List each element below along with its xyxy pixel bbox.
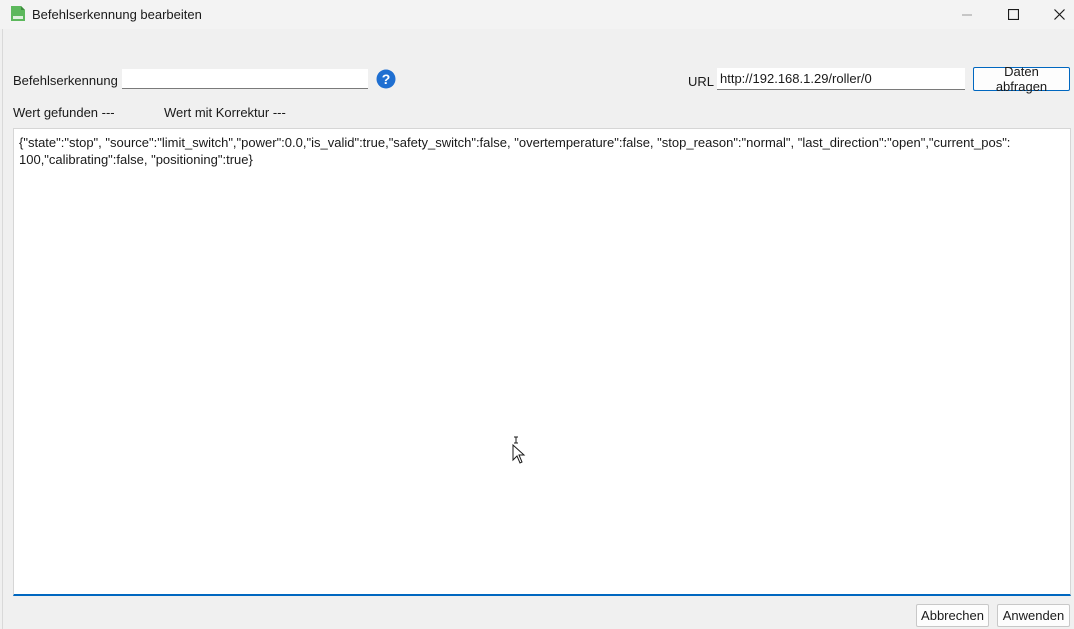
minimize-button[interactable] (944, 0, 990, 29)
close-icon (1053, 9, 1065, 20)
query-data-button[interactable]: Daten abfragen (973, 64, 1070, 94)
svg-text:?: ? (382, 71, 391, 87)
close-button[interactable] (1036, 0, 1074, 29)
minimize-icon (962, 14, 972, 15)
response-text-area[interactable]: {"state":"stop", "source":"limit_switch"… (13, 128, 1071, 596)
url-label: URL (688, 74, 715, 89)
value-corrected-label: Wert mit Korrektur --- (164, 105, 286, 120)
befehlserkennung-input[interactable] (122, 69, 368, 89)
mouse-cursor-icon (511, 436, 527, 464)
value-found-label: Wert gefunden --- (13, 105, 115, 120)
apply-button[interactable]: Anwenden (997, 604, 1070, 627)
app-icon (10, 5, 26, 22)
maximize-icon (1007, 9, 1019, 20)
maximize-button[interactable] (990, 0, 1036, 29)
title-bar: Befehlserkennung bearbeiten (0, 0, 1074, 29)
help-icon[interactable]: ? (376, 69, 396, 89)
url-input[interactable] (717, 68, 965, 90)
cancel-button[interactable]: Abbrechen (916, 604, 989, 627)
befehlserkennung-label: Befehlserkennung (13, 73, 118, 88)
window-title: Befehlserkennung bearbeiten (32, 7, 202, 22)
